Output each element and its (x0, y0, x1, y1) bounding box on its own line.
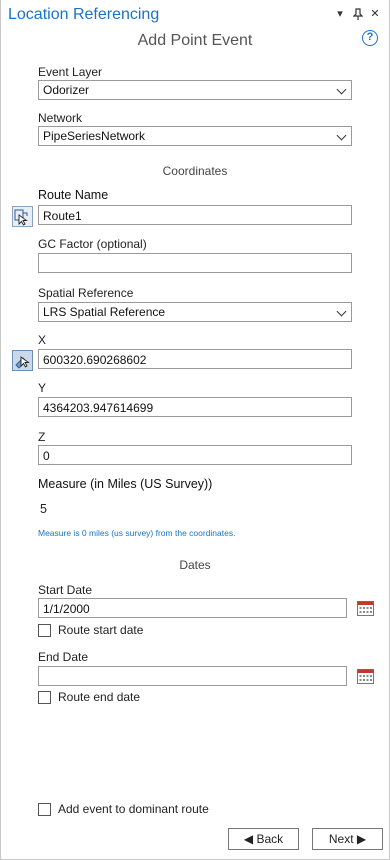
spatial-reference-value: LRS Spatial Reference (43, 305, 166, 319)
close-icon[interactable]: ✕ (369, 8, 381, 20)
event-layer-select[interactable]: Odorizer (38, 80, 352, 100)
route-name-label: Route Name (38, 188, 109, 202)
measure-label: Measure (in Miles (US Survey)) (38, 477, 213, 491)
pane-title: Location Referencing (8, 6, 160, 23)
start-date-input[interactable]: 1/1/2000 (38, 598, 347, 618)
gc-factor-input[interactable] (38, 253, 352, 273)
dates-header: Dates (179, 558, 211, 572)
end-date-label: End Date (38, 650, 89, 664)
network-label: Network (38, 111, 83, 125)
x-input[interactable]: 600320.690268602 (38, 349, 352, 369)
pin-icon[interactable] (352, 8, 364, 23)
pick-coordinates-tool-icon[interactable] (12, 350, 33, 371)
end-date-input[interactable] (38, 666, 347, 686)
pane-menu-button[interactable]: ▾ (334, 8, 346, 20)
chevron-down-icon (336, 130, 347, 141)
y-input[interactable]: 4364203.947614699 (38, 397, 352, 417)
chevron-down-icon (336, 306, 347, 317)
help-icon[interactable]: ? (362, 30, 378, 46)
select-route-tool-icon[interactable] (12, 206, 33, 227)
network-select[interactable]: PipeSeriesNetwork (38, 126, 352, 146)
x-label: X (38, 333, 47, 347)
network-value: PipeSeriesNetwork (43, 129, 146, 143)
measure-note: Measure is 0 miles (us survey) from the … (38, 528, 236, 538)
gc-factor-label: GC Factor (optional) (38, 237, 147, 251)
spatial-reference-label: Spatial Reference (38, 286, 134, 300)
coordinates-header: Coordinates (162, 164, 228, 178)
route-end-date-checkbox[interactable] (38, 691, 51, 704)
route-end-date-label: Route end date (58, 690, 141, 704)
spatial-reference-select[interactable]: LRS Spatial Reference (38, 302, 352, 322)
y-label: Y (38, 381, 47, 395)
dominant-route-checkbox[interactable] (38, 803, 51, 816)
measure-value[interactable]: 5 (40, 502, 47, 516)
pane-title-bar: Location Referencing ▾ ✕ (0, 0, 390, 30)
event-layer-value: Odorizer (43, 83, 90, 97)
back-button[interactable]: ◀ Back (228, 828, 299, 850)
route-start-date-checkbox[interactable] (38, 624, 51, 637)
dominant-route-label: Add event to dominant route (58, 802, 209, 816)
next-button[interactable]: Next ▶ (312, 828, 383, 850)
start-date-label: Start Date (38, 583, 93, 597)
event-layer-label: Event Layer (38, 65, 103, 79)
z-input[interactable]: 0 (38, 445, 352, 465)
z-label: Z (38, 430, 46, 444)
form-title: Add Point Event (137, 32, 253, 49)
route-name-input[interactable]: Route1 (38, 205, 352, 225)
chevron-down-icon (336, 84, 347, 95)
calendar-icon[interactable] (357, 600, 374, 616)
calendar-icon[interactable] (357, 668, 374, 684)
route-start-date-label: Route start date (58, 623, 144, 637)
